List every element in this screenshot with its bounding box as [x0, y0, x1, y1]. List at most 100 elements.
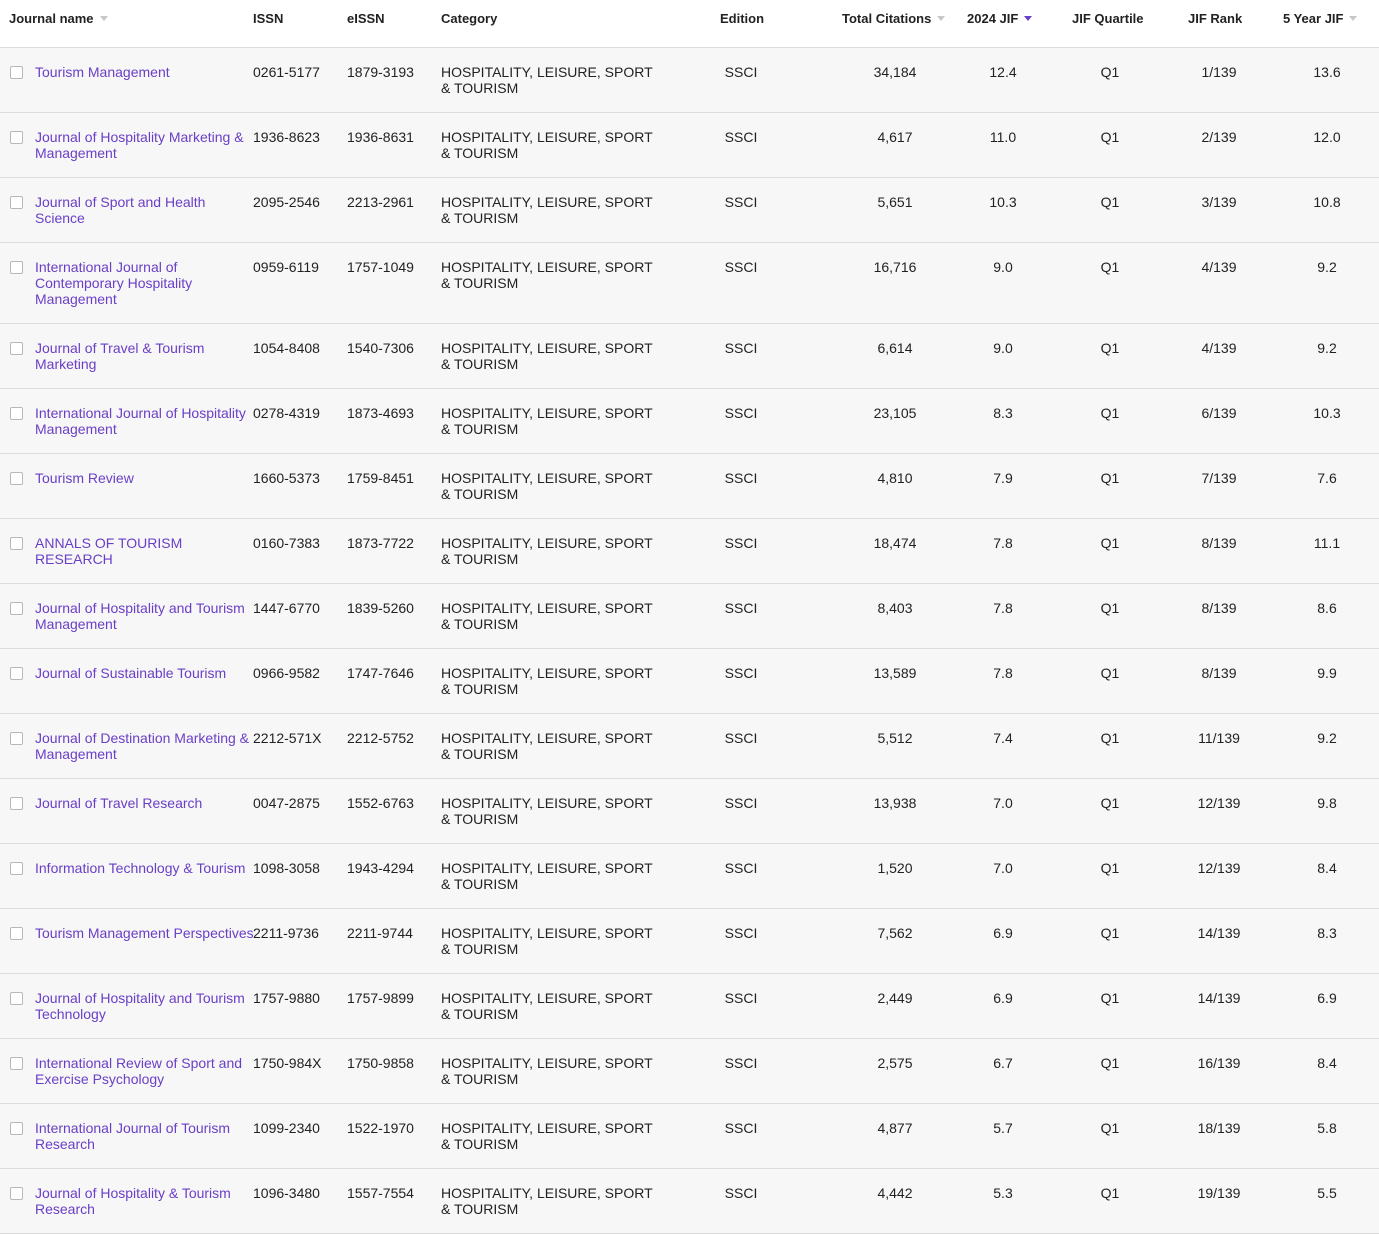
jif-cell: 9.0 — [993, 259, 1013, 275]
sort-down-icon[interactable] — [1349, 16, 1358, 21]
row-checkbox[interactable] — [10, 1187, 23, 1200]
jif-rank-cell: 14/139 — [1197, 990, 1241, 1006]
eissn-cell: 1557-7554 — [347, 1185, 414, 1201]
column-header-issn: ISSN — [253, 11, 283, 26]
column-header-label: eISSN — [347, 11, 385, 26]
jif-quartile-cell: Q1 — [1100, 795, 1120, 811]
eissn-cell: 2212-5752 — [347, 730, 414, 746]
row-checkbox[interactable] — [10, 131, 23, 144]
jif-cell: 7.0 — [993, 795, 1013, 811]
five-year-jif-cell: 9.2 — [1317, 259, 1337, 275]
edition-cell: SSCI — [724, 665, 758, 681]
jif-quartile-cell: Q1 — [1100, 600, 1120, 616]
eissn-cell: 1540-7306 — [347, 340, 414, 356]
jif-quartile-cell: Q1 — [1100, 665, 1120, 681]
row-checkbox[interactable] — [10, 862, 23, 875]
table-row: Journal of Sustainable Tourism 0966-9582 1… — [0, 649, 1379, 714]
total-citations-cell: 4,877 — [877, 1120, 913, 1136]
jif-quartile-cell: Q1 — [1100, 1120, 1120, 1136]
journal-name-link[interactable]: Journal of Hospitality and Tourism Techn… — [35, 990, 255, 1022]
journal-name-link[interactable]: Journal of Sustainable Tourism — [35, 665, 255, 681]
jif-rank-cell: 4/139 — [1201, 259, 1237, 275]
eissn-cell: 1759-8451 — [347, 470, 414, 486]
column-header-total-citations[interactable]: Total Citations — [842, 11, 946, 26]
row-checkbox[interactable] — [10, 261, 23, 274]
row-checkbox[interactable] — [10, 1057, 23, 1070]
table-row: ANNALS OF TOURISM RESEARCH 0160-7383 1873-… — [0, 519, 1379, 584]
column-header-label: ISSN — [253, 11, 284, 26]
journal-name-link[interactable]: Journal of Hospitality & Tourism Researc… — [35, 1185, 255, 1217]
eissn-cell: 1873-7722 — [347, 535, 414, 551]
journal-name-link[interactable]: Tourism Management — [35, 64, 255, 80]
journal-name-link[interactable]: International Journal of Contemporary Ho… — [35, 259, 255, 307]
category-cell: HOSPITALITY, LEISURE, SPORT & TOURISM — [441, 129, 653, 161]
journal-name-link[interactable]: Journal of Destination Marketing & Manag… — [35, 730, 255, 762]
sort-down-icon[interactable] — [99, 16, 108, 21]
row-checkbox[interactable] — [10, 196, 23, 209]
table-row: Journal of Sport and Health Science 2095-… — [0, 178, 1379, 243]
journal-name-link[interactable]: Journal of Travel Research — [35, 795, 255, 811]
column-header-label: Total Citations — [842, 11, 932, 26]
total-citations-cell: 18,474 — [873, 535, 917, 551]
journal-name-link[interactable]: Journal of Sport and Health Science — [35, 194, 255, 226]
journal-name-link[interactable]: ANNALS OF TOURISM RESEARCH — [35, 535, 255, 567]
journal-name-link[interactable]: Tourism Review — [35, 470, 255, 486]
jif-cell: 7.8 — [993, 600, 1013, 616]
row-checkbox[interactable] — [10, 797, 23, 810]
five-year-jif-cell: 9.2 — [1317, 730, 1337, 746]
row-checkbox[interactable] — [10, 66, 23, 79]
jif-cell: 6.9 — [993, 925, 1013, 941]
row-checkbox[interactable] — [10, 732, 23, 745]
journal-name-link[interactable]: Information Technology & Tourism — [35, 860, 255, 876]
row-checkbox[interactable] — [10, 1122, 23, 1135]
edition-cell: SSCI — [724, 470, 758, 486]
column-header-2024-jif[interactable]: 2024 JIF — [967, 11, 1033, 26]
issn-cell: 1750-984X — [253, 1055, 322, 1071]
sort-down-icon[interactable] — [937, 16, 946, 21]
total-citations-cell: 4,442 — [877, 1185, 913, 1201]
journal-name-link[interactable]: Tourism Management Perspectives — [35, 925, 255, 941]
row-checkbox[interactable] — [10, 537, 23, 550]
row-checkbox[interactable] — [10, 667, 23, 680]
row-checkbox[interactable] — [10, 602, 23, 615]
category-cell: HOSPITALITY, LEISURE, SPORT & TOURISM — [441, 194, 653, 226]
edition-cell: SSCI — [724, 1055, 758, 1071]
five-year-jif-cell: 9.2 — [1317, 340, 1337, 356]
total-citations-cell: 13,938 — [873, 795, 917, 811]
jif-quartile-cell: Q1 — [1100, 1185, 1120, 1201]
sort-active-down-icon[interactable] — [1024, 16, 1033, 21]
jif-cell: 11.0 — [989, 129, 1017, 145]
journal-name-link[interactable]: Journal of Travel & Tourism Marketing — [35, 340, 255, 372]
journal-name-link[interactable]: International Journal of Tourism Researc… — [35, 1120, 255, 1152]
column-header-label: 2024 JIF — [967, 11, 1019, 26]
column-header-jif-quartile: JIF Quartile — [1072, 11, 1144, 26]
table-row: Journal of Travel & Tourism Marketing 105… — [0, 324, 1379, 389]
journal-name-link[interactable]: Journal of Hospitality and Tourism Manag… — [35, 600, 255, 632]
row-checkbox[interactable] — [10, 407, 23, 420]
category-cell: HOSPITALITY, LEISURE, SPORT & TOURISM — [441, 535, 653, 567]
column-header-journal-name[interactable]: Journal name — [9, 11, 108, 26]
journal-name-link[interactable]: International Review of Sport and Exerci… — [35, 1055, 255, 1087]
issn-cell: 1099-2340 — [253, 1120, 320, 1136]
eissn-cell: 1747-7646 — [347, 665, 414, 681]
table-row: International Journal of Hospitality Man… — [0, 389, 1379, 454]
five-year-jif-cell: 8.4 — [1317, 1055, 1337, 1071]
journal-name-link[interactable]: International Journal of Hospitality Man… — [35, 405, 255, 437]
five-year-jif-cell: 7.6 — [1317, 470, 1337, 486]
five-year-jif-cell: 9.8 — [1317, 795, 1337, 811]
row-checkbox[interactable] — [10, 992, 23, 1005]
row-checkbox[interactable] — [10, 342, 23, 355]
journal-table: Journal name ISSN eISSN Category Edition… — [0, 0, 1379, 1234]
total-citations-cell: 7,562 — [877, 925, 913, 941]
total-citations-cell: 2,575 — [877, 1055, 913, 1071]
jif-rank-cell: 14/139 — [1197, 925, 1241, 941]
eissn-cell: 1757-1049 — [347, 259, 414, 275]
journal-name-link[interactable]: Journal of Hospitality Marketing & Manag… — [35, 129, 255, 161]
eissn-cell: 1750-9858 — [347, 1055, 414, 1071]
jif-cell: 10.3 — [989, 194, 1017, 210]
row-checkbox[interactable] — [10, 472, 23, 485]
row-checkbox[interactable] — [10, 927, 23, 940]
jif-cell: 6.7 — [993, 1055, 1013, 1071]
table-row: Journal of Travel Research 0047-2875 1552-… — [0, 779, 1379, 844]
column-header-5-year-jif[interactable]: 5 Year JIF — [1283, 11, 1358, 26]
